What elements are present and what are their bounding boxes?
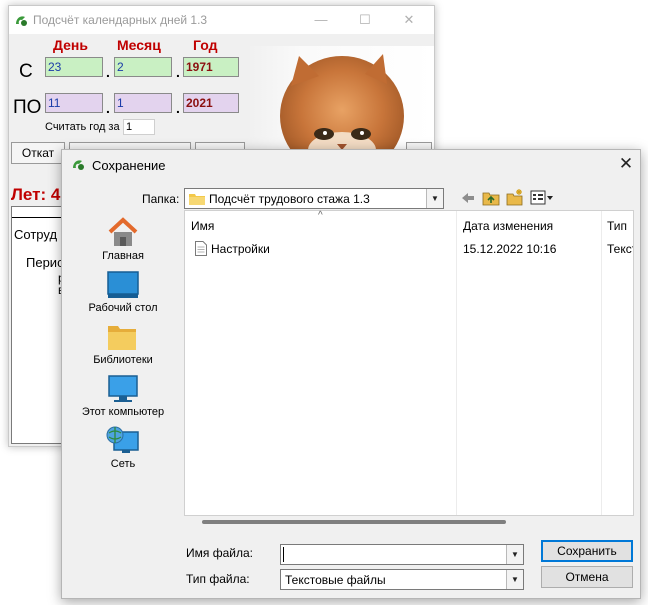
place-network[interactable]: Сеть — [72, 424, 174, 476]
from-day-field[interactable]: 23 — [45, 57, 103, 77]
main-title-bar: Подсчёт календарных дней 1.3 — ☐ ✕ — [9, 6, 434, 34]
network-icon — [106, 426, 139, 453]
filename-dropdown-arrow-icon[interactable]: ▼ — [506, 545, 523, 564]
save-button[interactable]: Сохранить — [541, 540, 633, 562]
place-libraries[interactable]: Библиотеки — [72, 320, 174, 372]
filetype-label: Тип файла: — [186, 572, 250, 586]
filetype-dropdown-arrow-icon[interactable]: ▼ — [506, 570, 523, 589]
folder-icon — [189, 194, 205, 205]
count-year-field[interactable]: 1 — [123, 119, 155, 135]
back-arrow-icon[interactable] — [460, 190, 476, 206]
close-button[interactable]: ✕ — [387, 6, 431, 34]
text-file-icon — [195, 241, 207, 256]
file-list[interactable]: ^ Имя Дата изменения Тип Настройки 15.12… — [184, 210, 634, 516]
folder-combo[interactable]: Подсчёт трудового стажа 1.3 ▼ — [184, 188, 444, 209]
places-bar: Главная Рабочий стол Библиотеки Этот ком… — [72, 210, 174, 516]
filename-label: Имя файла: — [186, 546, 253, 560]
to-dot-1: . — [106, 100, 110, 116]
place-home-label: Главная — [102, 250, 144, 262]
file-name: Настройки — [211, 242, 270, 256]
from-month-field[interactable]: 2 — [114, 57, 172, 77]
filetype-combo[interactable]: Текстовые файлы ▼ — [280, 569, 524, 590]
sort-arrow-icon: ^ — [318, 210, 323, 221]
report-line-1: Сотруд — [14, 227, 58, 242]
dialog-app-icon — [73, 160, 84, 170]
libraries-icon — [108, 326, 136, 350]
file-row[interactable]: Настройки 15.12.2022 10:16 Текст — [189, 240, 633, 258]
view-menu-icon[interactable] — [530, 190, 554, 206]
column-name[interactable]: Имя — [191, 219, 214, 233]
maximize-button[interactable]: ☐ — [343, 6, 387, 34]
report-line-2: Перис — [26, 255, 64, 270]
folder-label: Папка: — [142, 192, 180, 206]
rollback-button[interactable]: Откат — [11, 142, 65, 164]
computer-icon — [108, 375, 138, 402]
from-dot-2: . — [176, 64, 180, 80]
place-libraries-label: Библиотеки — [93, 354, 153, 366]
from-dot-1: . — [106, 64, 110, 80]
save-dialog: Сохранение ✕ Папка: Подсчёт трудового ст… — [61, 149, 641, 599]
folder-dropdown-arrow-icon[interactable]: ▼ — [426, 189, 443, 208]
to-dot-2: . — [176, 100, 180, 116]
header-month: Месяц — [117, 37, 161, 53]
main-window-title: Подсчёт календарных дней 1.3 — [33, 13, 208, 27]
place-network-label: Сеть — [110, 458, 136, 470]
column-type[interactable]: Тип — [607, 219, 627, 233]
from-year-field[interactable]: 1971 — [183, 57, 239, 77]
place-desktop-label: Рабочий стол — [88, 302, 158, 314]
file-type: Текст — [607, 242, 633, 256]
folder-value: Подсчёт трудового стажа 1.3 — [209, 192, 370, 206]
from-label: С — [19, 61, 33, 82]
minimize-button[interactable]: — — [299, 6, 343, 34]
new-folder-icon[interactable] — [506, 188, 524, 206]
filename-field[interactable]: ▼ — [280, 544, 524, 565]
up-folder-icon[interactable] — [482, 189, 500, 206]
text-cursor — [283, 547, 284, 562]
years-result: Лет: 4 — [11, 185, 61, 204]
dialog-title: Сохранение — [92, 158, 166, 173]
to-month-field[interactable]: 1 — [114, 93, 172, 113]
cancel-button[interactable]: Отмена — [541, 566, 633, 588]
to-year-field[interactable]: 2021 — [183, 93, 239, 113]
to-label: ПО — [13, 97, 42, 118]
file-date: 15.12.2022 10:16 — [463, 242, 557, 256]
desktop-icon — [107, 271, 139, 298]
app-icon — [16, 16, 27, 26]
home-icon — [108, 217, 138, 246]
count-year-label: Считать год за — [45, 121, 120, 133]
place-home[interactable]: Главная — [72, 216, 174, 268]
horizontal-scrollbar[interactable] — [202, 520, 506, 524]
header-day: День — [53, 37, 88, 53]
header-year: Год — [193, 37, 218, 53]
place-this-pc[interactable]: Этот компьютер — [72, 372, 174, 424]
to-day-field[interactable]: 11 — [45, 93, 103, 113]
place-this-pc-label: Этот компьютер — [81, 406, 165, 418]
place-desktop[interactable]: Рабочий стол — [72, 268, 174, 320]
dialog-close-icon[interactable]: ✕ — [614, 152, 638, 176]
filetype-value: Текстовые файлы — [285, 573, 386, 587]
column-date[interactable]: Дата изменения — [463, 219, 553, 233]
